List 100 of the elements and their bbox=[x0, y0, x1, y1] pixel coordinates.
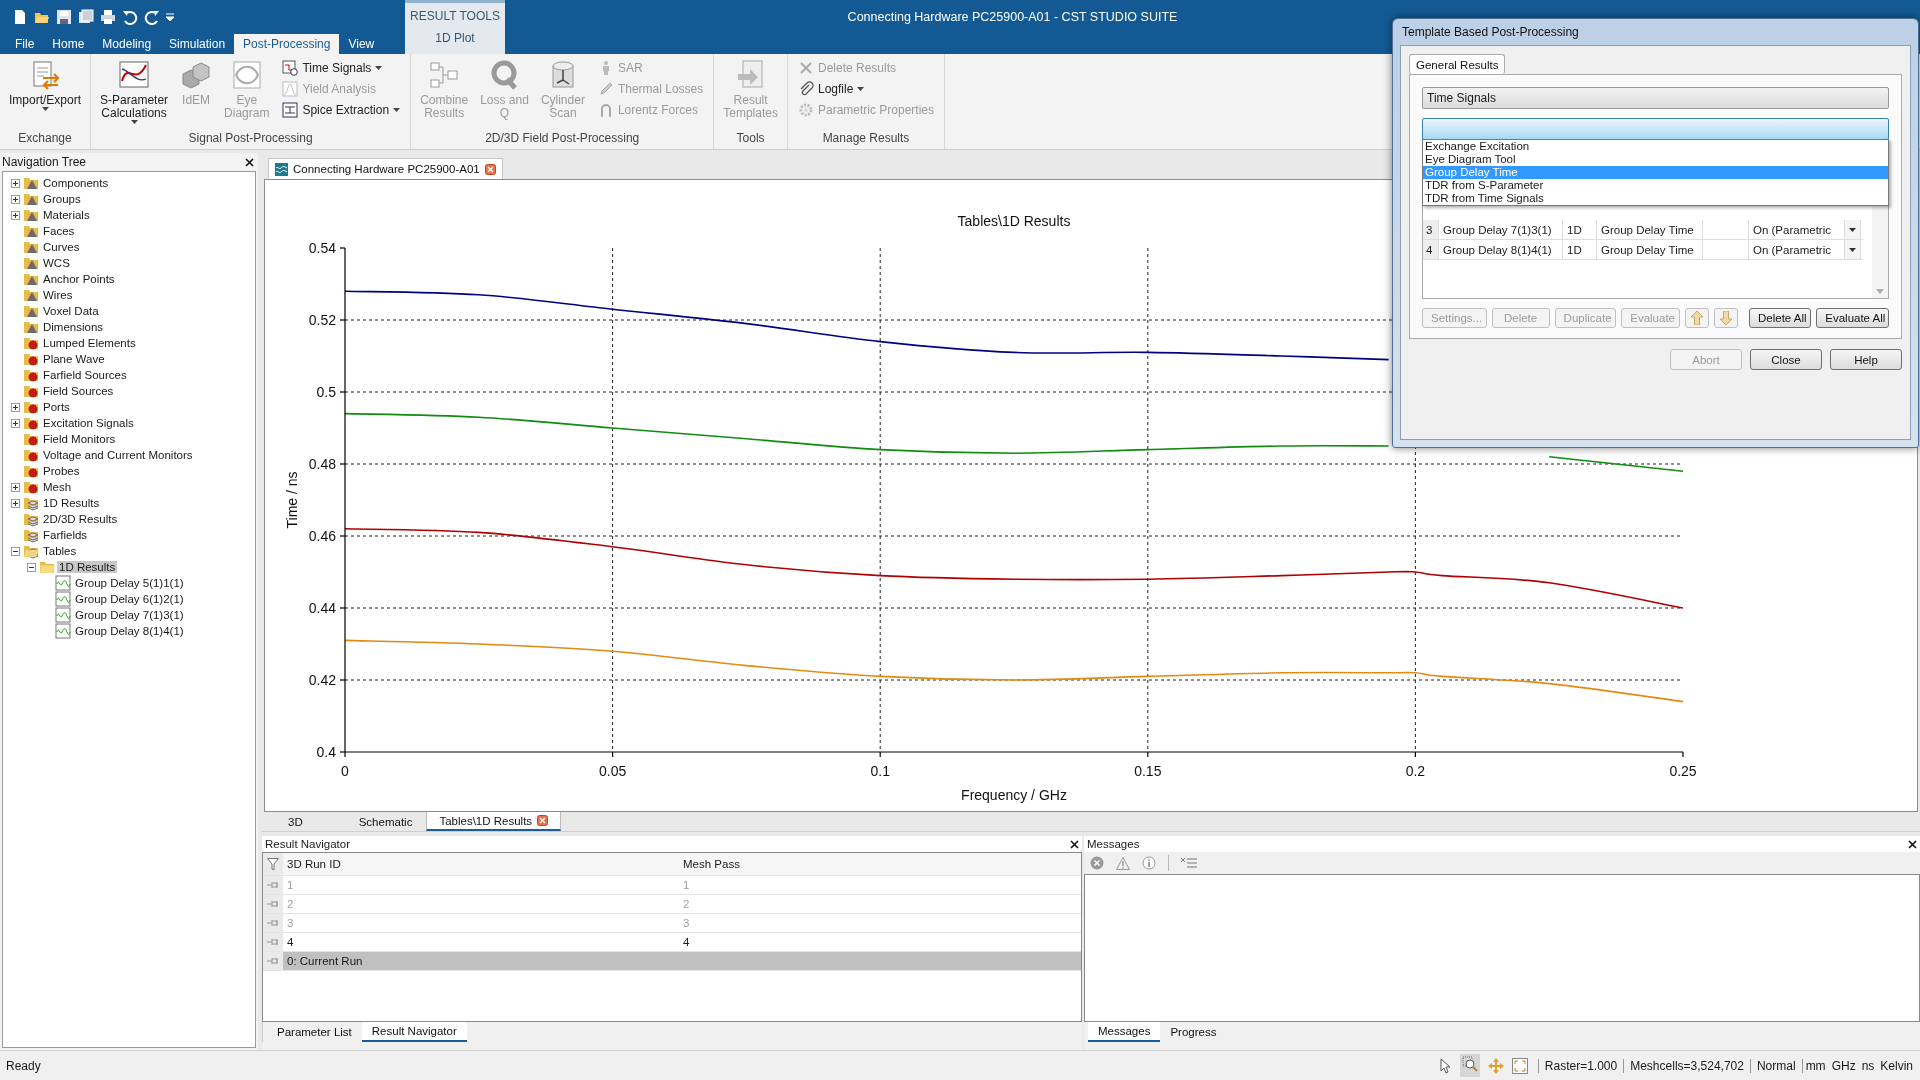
caret-icon[interactable] bbox=[1849, 247, 1856, 252]
table-cell: On (Parametric bbox=[1753, 223, 1831, 236]
undo-icon[interactable] bbox=[122, 9, 138, 25]
tree-item[interactable]: Plane Wave bbox=[41, 353, 107, 365]
dialog-button[interactable]: Delete All bbox=[1749, 308, 1812, 328]
folder-cone-icon bbox=[23, 223, 39, 239]
tree-item[interactable]: Field Sources bbox=[41, 385, 116, 397]
ribbon-button[interactable]: S-Parameter Calculations bbox=[95, 57, 174, 131]
panel-tab[interactable]: Messages bbox=[1088, 1022, 1161, 1042]
tree-item[interactable]: Ports bbox=[41, 401, 72, 413]
tree-item[interactable]: Wires bbox=[41, 289, 75, 301]
tree-item[interactable]: 1D Results bbox=[57, 561, 118, 573]
tree-item[interactable]: Voxel Data bbox=[41, 305, 101, 317]
ribbon-tab[interactable]: File bbox=[6, 34, 44, 54]
document-tab[interactable]: Connecting Hardware PC25900-A01 bbox=[268, 158, 503, 179]
customize-caret-icon[interactable] bbox=[166, 13, 174, 21]
dialog-button[interactable]: Close bbox=[1750, 349, 1822, 370]
tree-item[interactable]: Curves bbox=[41, 241, 82, 253]
tree-item[interactable]: 2D/3D Results bbox=[41, 513, 120, 525]
tree-item[interactable]: Group Delay 7(1)3(1) bbox=[73, 609, 186, 621]
zoom-icon[interactable] bbox=[1461, 1056, 1478, 1072]
tree-item[interactable]: WCS bbox=[41, 257, 72, 269]
ribbon-button[interactable]: Logfile bbox=[795, 80, 936, 98]
table-cell: 0: Current Run bbox=[287, 955, 363, 967]
fit-view-icon[interactable] bbox=[1511, 1057, 1528, 1074]
tree-item[interactable]: Excitation Signals bbox=[41, 417, 136, 429]
print-icon[interactable] bbox=[100, 9, 116, 25]
expand-icon[interactable] bbox=[10, 402, 20, 412]
tree-item[interactable]: Groups bbox=[41, 193, 83, 205]
dialog-button[interactable]: Help bbox=[1830, 349, 1902, 370]
ribbon-tab[interactable]: View bbox=[339, 34, 384, 54]
expand-icon[interactable] bbox=[10, 498, 20, 508]
save-all-icon[interactable] bbox=[78, 9, 94, 25]
expand-icon[interactable] bbox=[10, 194, 20, 204]
error-filter-icon[interactable] bbox=[1090, 856, 1104, 870]
tree-item[interactable]: Dimensions bbox=[41, 321, 106, 333]
tree-item[interactable]: Group Delay 5(1)1(1) bbox=[73, 577, 186, 589]
pointer-icon[interactable] bbox=[1439, 1057, 1452, 1074]
tree-item[interactable]: Field Monitors bbox=[41, 433, 118, 445]
tree-item[interactable]: Tables bbox=[41, 545, 79, 557]
dialog-button[interactable]: Evaluate All bbox=[1816, 308, 1889, 328]
ribbon-button[interactable]: Time Signals bbox=[280, 59, 403, 77]
folder-layers-icon bbox=[23, 527, 39, 543]
tree-item[interactable]: Materials bbox=[41, 209, 92, 221]
ribbon-button[interactable]: Spice Extraction bbox=[280, 101, 403, 119]
ribbon-tab[interactable]: Modeling bbox=[93, 34, 161, 54]
save-icon[interactable] bbox=[56, 9, 72, 25]
tree-item[interactable]: Farfields bbox=[41, 529, 90, 541]
tree-item[interactable]: Faces bbox=[41, 225, 77, 237]
editor-tab[interactable]: Tables\1D Results bbox=[426, 812, 562, 831]
gear-icon bbox=[797, 102, 814, 118]
collapse-icon[interactable] bbox=[10, 546, 20, 556]
close-icon[interactable] bbox=[1070, 839, 1079, 849]
caret-icon[interactable] bbox=[1849, 227, 1856, 232]
tree-item[interactable]: Lumped Elements bbox=[41, 337, 138, 349]
collapse-icon[interactable] bbox=[26, 562, 36, 572]
expand-icon[interactable] bbox=[10, 178, 20, 188]
ribbon-group-label: Tools bbox=[735, 131, 766, 147]
expand-icon[interactable] bbox=[10, 210, 20, 220]
tree-item[interactable]: Components bbox=[41, 177, 111, 189]
ribbon-tab[interactable]: Simulation bbox=[160, 34, 235, 54]
tree-item[interactable]: Anchor Points bbox=[41, 273, 117, 285]
dialog-tab[interactable]: General Results bbox=[1409, 54, 1506, 74]
tree-item[interactable]: Farfield Sources bbox=[41, 369, 129, 381]
dropdown-option[interactable]: Exchange Excitation bbox=[1423, 140, 1888, 153]
panel-tab[interactable]: Parameter List bbox=[267, 1022, 362, 1042]
dropdown-option[interactable]: TDR from S-Parameter bbox=[1423, 179, 1888, 192]
dropdown-option[interactable]: TDR from Time Signals bbox=[1423, 192, 1888, 205]
tree-item[interactable]: Probes bbox=[41, 465, 82, 477]
editor-tab[interactable]: 3D bbox=[276, 812, 315, 831]
ribbon-tab[interactable]: Post-Processing bbox=[234, 34, 340, 54]
folder-gear-icon bbox=[23, 335, 39, 351]
new-file-icon[interactable] bbox=[12, 9, 28, 25]
tick-label: 0.54 bbox=[308, 240, 336, 256]
panel-tab[interactable]: Progress bbox=[1160, 1022, 1227, 1042]
editor-tab[interactable]: Schematic bbox=[346, 812, 425, 831]
pin-icon bbox=[267, 919, 279, 927]
tree-item[interactable]: Group Delay 8(1)4(1) bbox=[73, 625, 186, 637]
ribbon-tab[interactable]: 1D Plot bbox=[425, 31, 485, 45]
ribbon-button[interactable]: Import/Export bbox=[4, 57, 87, 131]
category-dropdown[interactable]: Time Signals bbox=[1422, 87, 1889, 109]
expand-icon[interactable] bbox=[10, 418, 20, 428]
info-filter-icon[interactable] bbox=[1142, 856, 1156, 870]
template-dropdown[interactable] bbox=[1422, 118, 1889, 140]
redo-icon[interactable] bbox=[144, 9, 160, 25]
tick-label: 0.15 bbox=[1134, 763, 1162, 779]
column-header[interactable]: 3D Run ID bbox=[283, 858, 679, 870]
ribbon-tab[interactable]: Home bbox=[43, 34, 94, 54]
tree-item[interactable]: 1D Results bbox=[41, 497, 102, 509]
clear-list-icon[interactable] bbox=[1181, 857, 1197, 869]
column-header[interactable]: Mesh Pass bbox=[679, 858, 1081, 870]
filter-icon[interactable] bbox=[267, 857, 279, 871]
panel-tab[interactable]: Result Navigator bbox=[361, 1022, 467, 1042]
dropdown-option[interactable]: Eye Diagram Tool bbox=[1423, 153, 1888, 166]
close-icon[interactable] bbox=[1908, 839, 1917, 849]
expand-icon[interactable] bbox=[10, 482, 20, 492]
tree-item[interactable]: Group Delay 6(1)2(1) bbox=[73, 593, 186, 605]
tree-item[interactable]: Voltage and Current Monitors bbox=[41, 449, 195, 461]
tree-item[interactable]: Mesh bbox=[41, 481, 74, 493]
close-icon[interactable] bbox=[245, 157, 254, 167]
